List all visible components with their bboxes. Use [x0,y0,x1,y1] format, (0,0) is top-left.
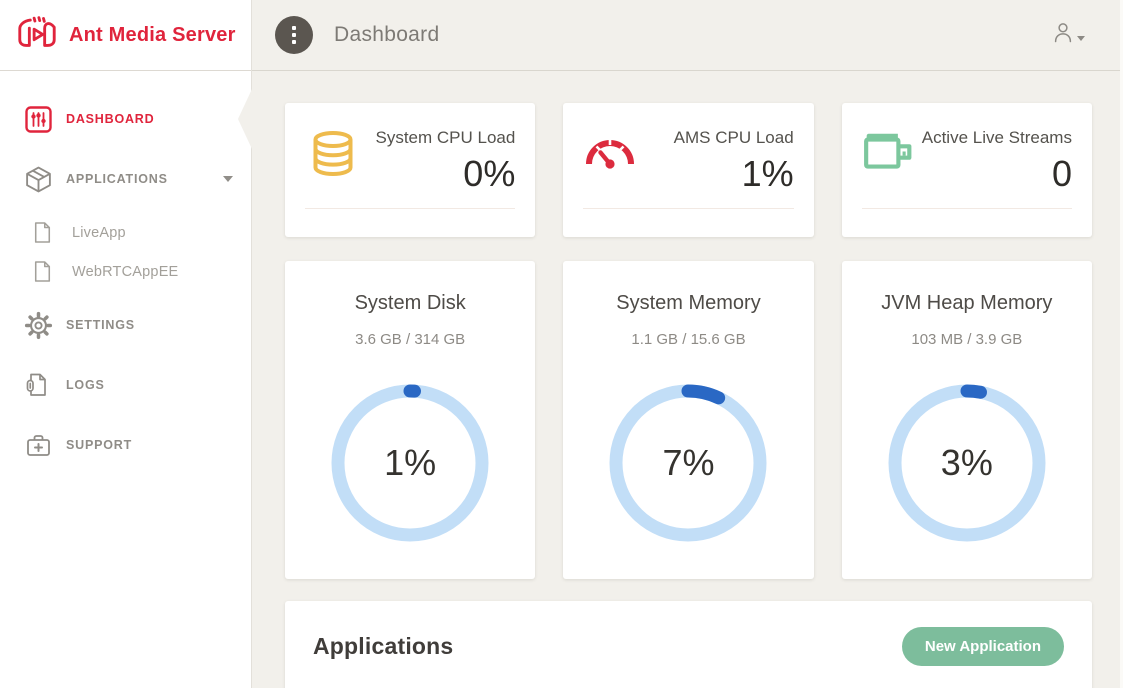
donut-gauge: 7% [608,383,768,543]
sidebar-item-label: DASHBOARD [66,112,154,126]
sidebar-item-label: APPLICATIONS [66,172,168,186]
gauge-card-system-memory: System Memory 1.1 GB / 15.6 GB 7% [563,261,813,579]
stat-value: 0 [922,154,1072,194]
gear-icon [22,311,54,340]
gauge-title: System Memory [563,292,813,315]
gauge-percent-label: 1% [330,383,490,543]
app-window: Ant Media Server DASHBOARD [0,0,1123,688]
applications-section: Applications New Application [285,601,1092,688]
ant-media-logo-icon [15,13,59,58]
stat-label: AMS CPU Load [674,127,794,149]
donut-gauge: 1% [330,383,490,543]
sidebar-item-liveapp[interactable]: LiveApp [0,213,251,252]
stat-cards-row: System CPU Load 0% [285,103,1092,237]
first-aid-kit-icon [22,432,54,459]
donut-gauge: 3% [887,383,1047,543]
stat-card-active-streams: Active Live Streams 0 [842,103,1092,237]
active-item-arrow [238,89,252,149]
applications-title: Applications [313,633,453,660]
user-icon [1052,21,1074,49]
file-icon [26,221,58,244]
menu-kebab-button[interactable] [275,16,313,54]
log-file-icon [22,372,54,398]
gauge-percent-label: 7% [608,383,768,543]
sidebar-item-label: LOGS [66,378,105,392]
sliders-icon [22,106,54,133]
top-bar: Dashboard [252,0,1123,71]
gauge-cards-row: System Disk 3.6 GB / 314 GB 1% System Me… [285,261,1092,579]
stat-label: System CPU Load [375,127,515,149]
stat-card-ams-cpu: AMS CPU Load 1% [563,103,813,237]
page-title: Dashboard [334,23,439,47]
stat-card-system-cpu: System CPU Load 0% [285,103,535,237]
package-icon [22,165,54,194]
sidebar-item-support[interactable]: SUPPORT [0,421,251,469]
user-menu-button[interactable] [1052,21,1085,49]
sidebar-item-dashboard[interactable]: DASHBOARD [0,95,251,143]
sidebar-item-label: WebRTCAppEE [72,264,178,280]
wallet-icon [862,127,922,194]
chevron-down-icon [223,176,233,182]
stat-value: 0% [375,154,515,194]
sidebar-item-logs[interactable]: LOGS [0,361,251,409]
gauge-usage: 103 MB / 3.9 GB [842,331,1092,348]
sidebar-item-label: LiveApp [72,225,126,241]
sidebar-item-webrtcappee[interactable]: WebRTCAppEE [0,252,251,291]
logo-area: Ant Media Server [0,0,251,71]
caret-down-icon [1077,36,1085,41]
sidebar-item-label: SETTINGS [66,318,135,332]
sidebar-nav: DASHBOARD APPLICATIONS [0,71,251,469]
main-area: Dashboard [252,0,1123,688]
gauge-percent-label: 3% [887,383,1047,543]
database-icon [305,127,365,194]
dashboard-content: System CPU Load 0% [252,71,1123,688]
gauge-usage: 3.6 GB / 314 GB [285,331,535,348]
new-application-button[interactable]: New Application [902,627,1064,666]
sidebar-item-settings[interactable]: SETTINGS [0,301,251,349]
gauge-title: JVM Heap Memory [842,292,1092,315]
speedometer-icon [583,127,643,194]
gauge-card-system-disk: System Disk 3.6 GB / 314 GB 1% [285,261,535,579]
sidebar-item-label: SUPPORT [66,438,132,452]
gauge-usage: 1.1 GB / 15.6 GB [563,331,813,348]
sidebar-item-applications[interactable]: APPLICATIONS [0,155,251,203]
gauge-title: System Disk [285,292,535,315]
sidebar: Ant Media Server DASHBOARD [0,0,252,688]
file-icon [26,260,58,283]
stat-label: Active Live Streams [922,127,1072,149]
stat-value: 1% [674,154,794,194]
gauge-card-jvm-heap: JVM Heap Memory 103 MB / 3.9 GB 3% [842,261,1092,579]
logo-text: Ant Media Server [69,24,236,47]
